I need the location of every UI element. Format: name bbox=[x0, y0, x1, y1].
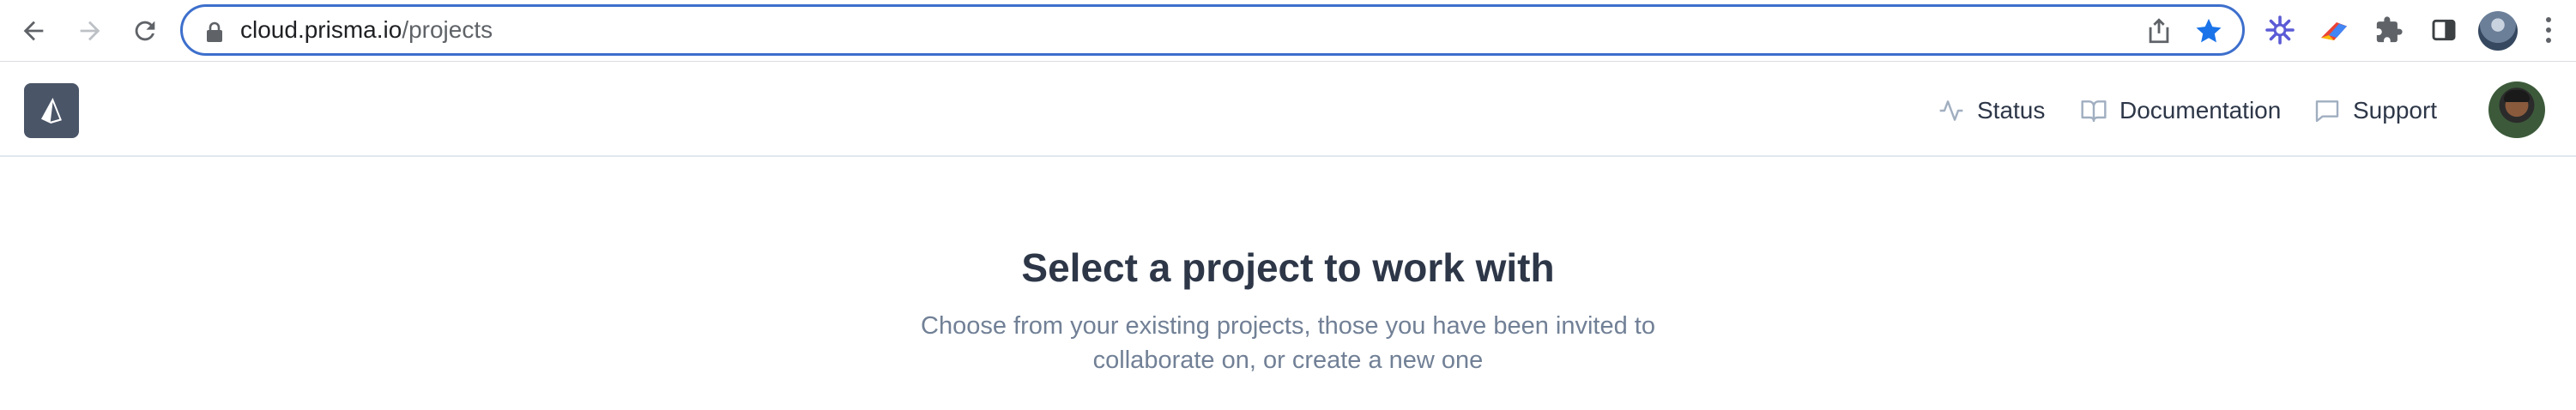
reload-button[interactable] bbox=[125, 11, 165, 51]
kebab-menu-icon[interactable] bbox=[2538, 13, 2559, 47]
user-avatar[interactable] bbox=[2488, 81, 2545, 138]
page-subtitle-line-1: Choose from your existing projects, thos… bbox=[921, 312, 1655, 340]
share-icon[interactable] bbox=[2144, 16, 2174, 45]
status-link-label: Status bbox=[1977, 97, 2046, 124]
page-title: Select a project to work with bbox=[1021, 245, 1555, 290]
side-panel-icon[interactable] bbox=[2427, 13, 2461, 47]
url-domain: cloud.prisma.io bbox=[240, 16, 402, 43]
lock-icon[interactable] bbox=[204, 21, 225, 43]
book-icon bbox=[2081, 100, 2107, 123]
activity-icon bbox=[1939, 100, 1963, 121]
documentation-link[interactable]: Documentation bbox=[2080, 90, 2281, 131]
arrow-extension-icon[interactable] bbox=[2317, 13, 2351, 47]
url-text[interactable]: cloud.prisma.io/projects bbox=[240, 7, 493, 53]
star-icon[interactable] bbox=[2194, 16, 2223, 45]
prisma-logo[interactable] bbox=[24, 83, 79, 138]
address-bar[interactable]: cloud.prisma.io/projects bbox=[180, 4, 2245, 56]
support-link[interactable]: Support bbox=[2313, 90, 2437, 131]
puzzle-icon[interactable] bbox=[2372, 13, 2406, 47]
browser-profile-avatar[interactable] bbox=[2478, 11, 2518, 51]
browser-toolbar: cloud.prisma.io/projects bbox=[0, 0, 2576, 62]
back-icon bbox=[23, 21, 44, 41]
page-subtitle-line-2: collaborate on, or create a new one bbox=[1092, 347, 1484, 374]
url-path: /projects bbox=[402, 16, 493, 43]
perplexity-extension-icon[interactable] bbox=[2263, 13, 2297, 47]
forward-button[interactable] bbox=[70, 11, 110, 51]
back-button[interactable] bbox=[14, 11, 53, 51]
main-content: Select a project to work with Choose fro… bbox=[0, 159, 2576, 410]
documentation-link-label: Documentation bbox=[2119, 97, 2282, 124]
app-header: Status Documentation Support bbox=[0, 63, 2576, 157]
reload-icon bbox=[135, 21, 155, 41]
support-link-label: Support bbox=[2353, 97, 2438, 124]
page-subtitle: Choose from your existing projects, thos… bbox=[902, 309, 1674, 377]
chat-icon bbox=[2315, 100, 2339, 123]
status-link[interactable]: Status bbox=[1938, 90, 2045, 131]
forward-icon bbox=[80, 21, 100, 41]
prisma-logo-icon bbox=[41, 98, 62, 124]
